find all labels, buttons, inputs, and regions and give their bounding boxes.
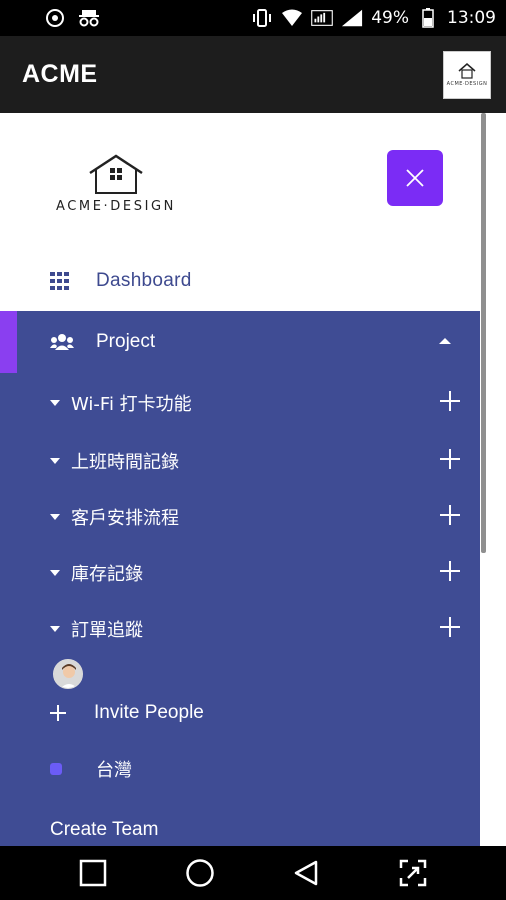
- logo-text: ACME·DESIGN: [55, 199, 176, 214]
- app-logo-text: ACME·DESIGN: [446, 81, 488, 87]
- battery-icon: [417, 7, 439, 29]
- sub-item-label: 上班時間記錄: [71, 452, 179, 473]
- nav-item-dashboard-label: Dashboard: [96, 270, 192, 291]
- status-bar: 49% 13:09: [0, 0, 506, 36]
- grid-icon: [50, 272, 69, 290]
- sub-item-inventory[interactable]: 庫存記錄: [0, 549, 480, 597]
- square-icon: [80, 859, 107, 887]
- expand-icon: [399, 859, 426, 887]
- acme-design-logo: ACME·DESIGN: [46, 153, 186, 214]
- sub-item-label: Wi-Fi 打卡功能: [71, 394, 192, 415]
- signal-icon: [341, 7, 363, 29]
- vibrate-icon: [251, 7, 273, 29]
- sub-item-label: 訂單追蹤: [71, 620, 143, 641]
- expand-button[interactable]: [393, 853, 433, 893]
- nav-item-project[interactable]: Project: [0, 311, 480, 373]
- sub-item-label: 庫存記錄: [71, 564, 143, 585]
- close-drawer-button[interactable]: [387, 150, 443, 206]
- scrollbar-thumb[interactable]: [481, 113, 486, 553]
- app-bar: ACME ACME·DESIGN: [0, 36, 506, 113]
- sub-item-order-tracking[interactable]: 訂單追蹤: [0, 605, 480, 653]
- sub-item-client-flow[interactable]: 客戶安排流程: [0, 493, 480, 541]
- house-logo-icon: [89, 154, 143, 194]
- app-title: ACME: [22, 60, 98, 88]
- clock: 13:09: [447, 8, 496, 28]
- sub-item-wifi-clock[interactable]: Wi-Fi 打卡功能: [0, 379, 480, 427]
- nav-item-dashboard[interactable]: Dashboard: [0, 251, 480, 311]
- app-logo[interactable]: ACME·DESIGN: [443, 50, 491, 99]
- add-icon[interactable]: [440, 449, 460, 469]
- users-icon: [50, 334, 74, 350]
- home-button[interactable]: [180, 853, 220, 893]
- add-icon[interactable]: [440, 561, 460, 581]
- caret-down-icon: [50, 626, 60, 632]
- active-indicator: [0, 311, 17, 373]
- add-icon[interactable]: [440, 505, 460, 525]
- caret-down-icon: [50, 400, 60, 406]
- back-button[interactable]: [286, 853, 326, 893]
- drawer-header: ACME·DESIGN Dashboard: [0, 113, 480, 313]
- team-color-dot: [50, 763, 62, 775]
- caret-down-icon: [50, 570, 60, 576]
- caret-down-icon: [50, 514, 60, 520]
- team-label: 台灣: [96, 760, 132, 781]
- caret-up-icon[interactable]: [439, 338, 451, 344]
- add-icon[interactable]: [440, 391, 460, 411]
- battery-percent: 49%: [371, 8, 409, 28]
- scrollbar[interactable]: [480, 113, 506, 846]
- avatar[interactable]: [53, 659, 83, 689]
- mobile-data-icon: [311, 7, 334, 29]
- wifi-icon: [281, 7, 303, 29]
- vpn-icon: [44, 7, 66, 29]
- navigation-drawer: ACME·DESIGN Dashboard Project Wi-Fi 打卡功能…: [0, 113, 480, 846]
- system-nav-bar: [0, 846, 506, 900]
- house-logo-icon: [458, 63, 476, 79]
- invite-people-button[interactable]: Invite People: [0, 691, 480, 735]
- close-icon: [406, 169, 424, 187]
- sub-item-work-hours[interactable]: 上班時間記錄: [0, 437, 480, 485]
- circle-icon: [186, 859, 214, 887]
- project-panel: Project Wi-Fi 打卡功能 上班時間記錄 客戶安排流程 庫存記錄 訂單…: [0, 311, 480, 846]
- sub-item-label: 客戶安排流程: [71, 508, 179, 529]
- incognito-icon: [78, 7, 100, 29]
- add-icon: [50, 705, 66, 721]
- nav-item-project-label: Project: [96, 331, 156, 352]
- recents-button[interactable]: [73, 853, 113, 893]
- add-icon[interactable]: [440, 617, 460, 637]
- invite-people-label: Invite People: [94, 702, 204, 723]
- caret-down-icon: [50, 458, 60, 464]
- create-team-link[interactable]: Create Team: [50, 819, 158, 841]
- team-item[interactable]: 台灣: [0, 747, 480, 791]
- back-triangle-icon: [295, 860, 318, 886]
